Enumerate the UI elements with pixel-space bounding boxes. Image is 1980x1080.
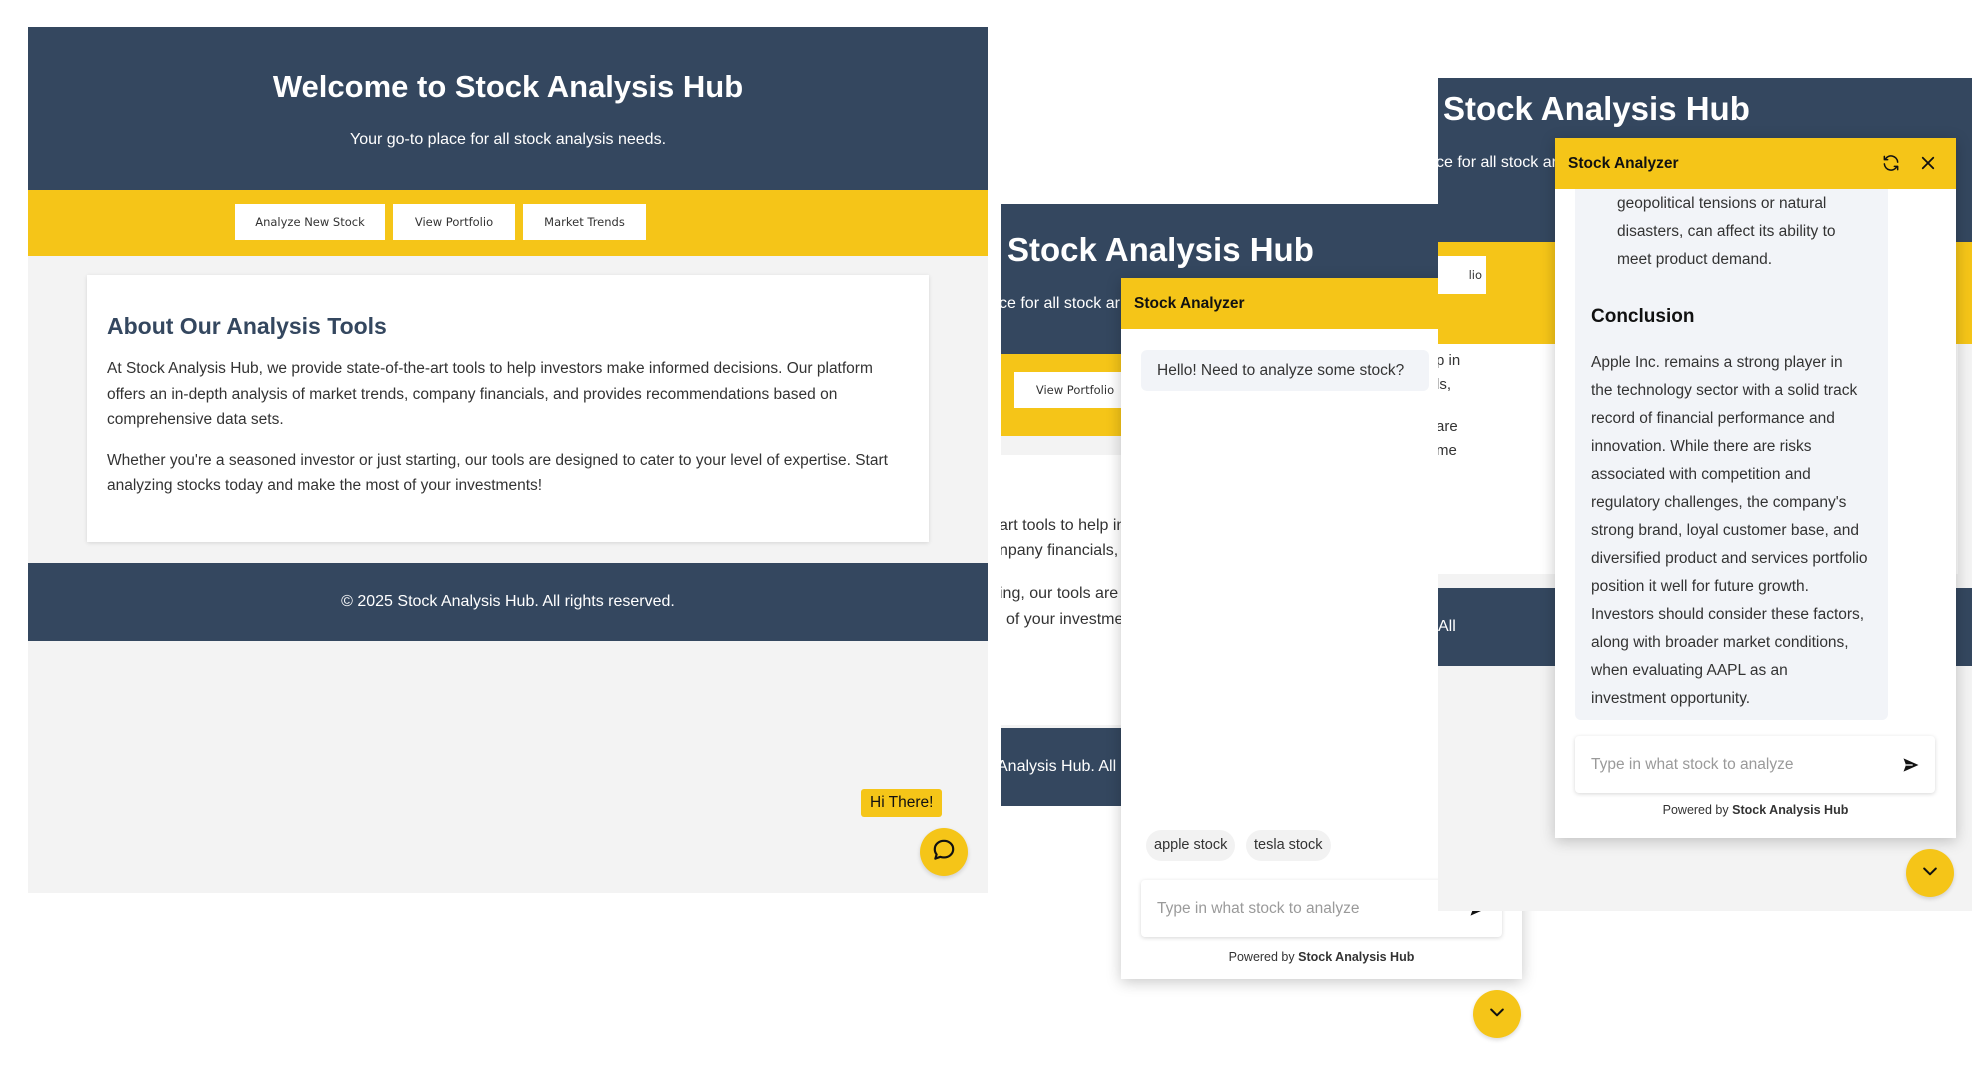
market-trends-button[interactable]: Market Trends (523, 204, 646, 240)
answer-conclusion: Conclusion Apple Inc. remains a strong p… (1591, 303, 1868, 713)
site-header: Welcome to Stock Analysis Hub Your go-to… (28, 27, 988, 190)
about-text-fragment: are (1438, 418, 1458, 435)
chat-window: Stock Analyzer geopolitical tensions or … (1555, 138, 1956, 838)
powered-brand: Stock Analysis Hub (1298, 950, 1415, 964)
answer-line: meet product demand. (1617, 251, 1773, 268)
site-tagline: Your go-to place for all stock analysis … (349, 131, 667, 148)
answer-line: regulatory challenges, the company's (1591, 494, 1847, 511)
close-icon[interactable] (1917, 152, 1939, 174)
answer-line: diversified product and services portfol… (1591, 550, 1868, 567)
greeting-tooltip[interactable]: Hi There! (861, 789, 943, 817)
answer-line: Investors should consider these factors, (1591, 606, 1865, 623)
chevron-down-icon (1920, 861, 1940, 886)
send-icon[interactable] (1901, 755, 1921, 775)
about-text-fragment: npany financials, (1001, 542, 1119, 559)
screen-landing: Welcome to Stock Analysis Hub Your go-to… (28, 27, 988, 893)
answer-line: associated with competition and (1591, 466, 1811, 483)
nav-bar: Analyze New Stock View Portfolio Market … (28, 190, 988, 256)
view-portfolio-button[interactable]: View Portfolio (393, 204, 515, 240)
answer-line: the technology sector with a solid track (1591, 382, 1858, 399)
about-text-fragment: art tools to help in (1001, 517, 1126, 534)
minimize-chat-button[interactable] (1473, 990, 1521, 1038)
answer-line: Apple Inc. remains a strong player in (1591, 354, 1843, 371)
open-chat-button[interactable] (920, 828, 968, 876)
about-text-fragment: of your investme (1006, 611, 1124, 628)
answer-line: innovation. While there are risks (1591, 438, 1812, 455)
site-footer: © 2025 Stock Analysis Hub. All rights re… (28, 563, 988, 641)
about-text-fragment: ing, our tools are (1001, 585, 1119, 602)
powered-by: Powered by Stock Analysis Hub (1555, 803, 1956, 817)
powered-by: Powered by Stock Analysis Hub (1121, 950, 1522, 964)
powered-brand: Stock Analysis Hub (1732, 803, 1849, 817)
about-text-fragment: p in (1438, 352, 1461, 369)
footer-text: All (1438, 618, 1456, 635)
about-paragraph-2: Whether you're a seasoned investor or ju… (107, 451, 888, 495)
chat-title: Stock Analyzer (1568, 155, 1679, 172)
answer-line: along with broader market conditions, (1591, 634, 1849, 651)
footer-text: Analysis Hub. All r (1001, 758, 1126, 775)
bot-answer-message: geopolitical tensions or natural disaste… (1575, 189, 1888, 720)
answer-intro: geopolitical tensions or natural disaste… (1617, 190, 1836, 274)
chat-title: Stock Analyzer (1134, 295, 1245, 312)
suggestion-chip-tesla[interactable]: tesla stock (1246, 830, 1331, 861)
answer-line: record of financial performance and (1591, 410, 1835, 427)
about-text-fragment: me (1438, 442, 1457, 459)
chat-input[interactable]: Type in what stock to analyze (1575, 736, 1935, 793)
about-card: About Our Analysis Tools At Stock Analys… (87, 275, 929, 542)
view-portfolio-button[interactable]: View Portfolio (1014, 372, 1136, 408)
nav-button-fragment[interactable]: lio (1438, 256, 1486, 294)
chat-header: Stock Analyzer (1555, 138, 1956, 189)
chat-bubble-icon (931, 837, 957, 868)
site-tagline: ce for all stock ar (1001, 295, 1120, 312)
answer-line: investment opportunity. (1591, 690, 1751, 707)
about-text-fragment: ls, (1438, 376, 1451, 393)
about-paragraph-1: At Stock Analysis Hub, we provide state-… (107, 360, 873, 428)
suggestion-chip-apple[interactable]: apple stock (1146, 830, 1236, 861)
answer-line: when evaluating AAPL as an (1591, 662, 1788, 679)
answer-line: strong brand, loyal customer base, and (1591, 522, 1859, 539)
conclusion-heading: Conclusion (1591, 306, 1695, 327)
answer-line: geopolitical tensions or natural (1617, 195, 1827, 212)
answer-line: position it well for future growth. (1591, 578, 1809, 595)
analyze-new-stock-button[interactable]: Analyze New Stock (235, 204, 385, 240)
about-heading: About Our Analysis Tools (107, 313, 387, 339)
minimize-chat-button[interactable] (1906, 849, 1954, 897)
site-tagline: ce for all stock ar (1438, 154, 1557, 171)
chat-input-placeholder: Type in what stock to analyze (1591, 756, 1794, 773)
chevron-down-icon (1487, 1002, 1507, 1027)
refresh-icon[interactable] (1880, 152, 1902, 174)
answer-line: disasters, can affect its ability to (1617, 223, 1836, 240)
chat-input-placeholder: Type in what stock to analyze (1157, 900, 1360, 917)
powered-prefix: Powered by (1662, 803, 1729, 817)
powered-prefix: Powered by (1228, 950, 1295, 964)
bot-greeting-message: Hello! Need to analyze some stock? (1141, 350, 1429, 391)
site-title: Stock Analysis Hub (1007, 231, 1314, 268)
site-title: Stock Analysis Hub (1443, 90, 1750, 127)
site-title: Welcome to Stock Analysis Hub (272, 69, 744, 104)
